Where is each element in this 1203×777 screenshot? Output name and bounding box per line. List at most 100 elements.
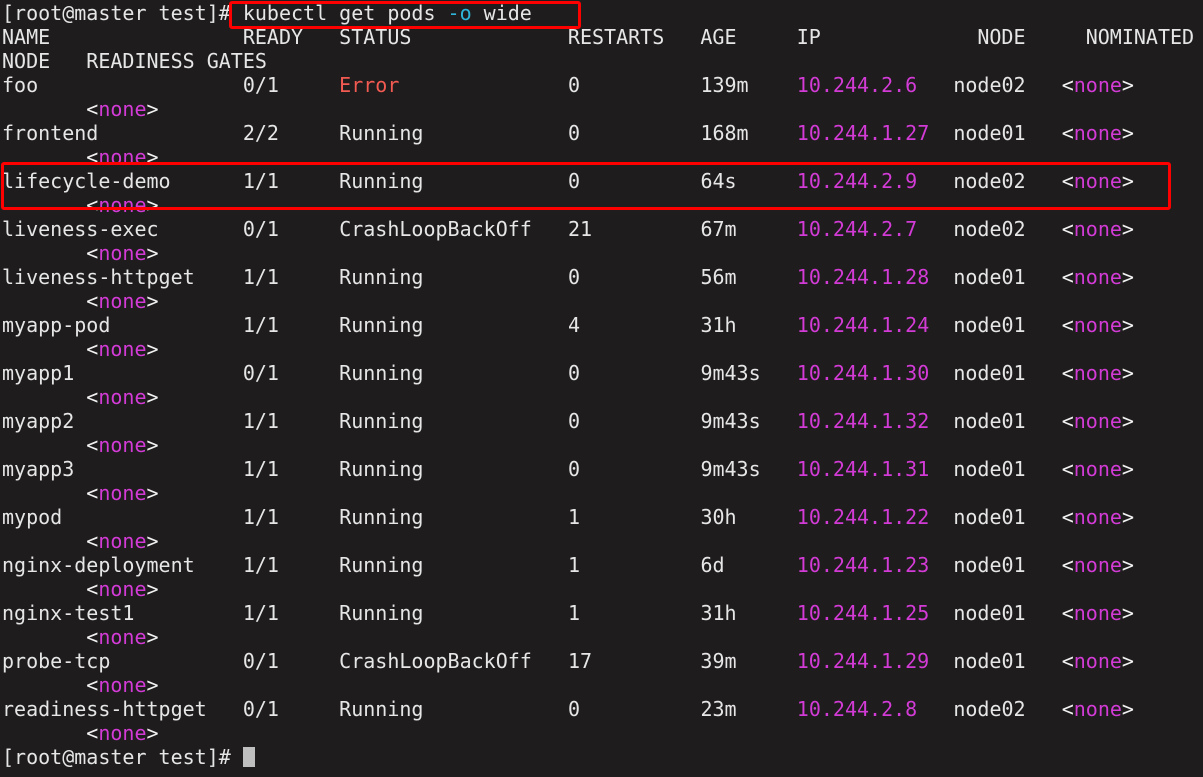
table-row-continuation: <none> — [2, 241, 1201, 265]
pod-ready: 0/1 — [242, 649, 279, 673]
pod-name: frontend — [2, 121, 99, 145]
table-row: mypod 1/1 Running 1 30h 10.244.1.22 node… — [2, 505, 1201, 529]
pod-nominated-node-close: > — [1121, 217, 1134, 241]
pod-status: Running — [339, 601, 424, 625]
pod-nominated-node-open: < — [1061, 121, 1074, 145]
pod-status: Running — [339, 409, 424, 433]
pod-name: myapp1 — [2, 361, 75, 385]
pod-ready: 1/1 — [242, 409, 279, 433]
pod-readiness-gates-open: < — [86, 241, 99, 265]
terminal-window[interactable]: [root@master test]# kubectl get pods -o … — [0, 0, 1203, 777]
pod-readiness-gates-close: > — [146, 481, 159, 505]
pod-nominated-node-close: > — [1121, 697, 1134, 721]
pod-name: myapp3 — [2, 457, 75, 481]
table-row: nginx-test1 1/1 Running 1 31h 10.244.1.2… — [2, 601, 1201, 625]
pod-readiness-gates-open: < — [86, 673, 99, 697]
pod-nominated-node-close: > — [1121, 409, 1134, 433]
pod-ready: 1/1 — [242, 553, 279, 577]
table-row-continuation: <none> — [2, 337, 1201, 361]
pod-status: Running — [339, 265, 424, 289]
pod-ready: 0/1 — [242, 73, 279, 97]
pod-nominated-node: none — [1073, 601, 1122, 625]
pod-name: myapp-pod — [2, 313, 111, 337]
pod-readiness-gates: none — [98, 241, 147, 265]
pod-nominated-node: none — [1073, 73, 1122, 97]
pod-ip: 10.244.1.31 — [796, 457, 930, 481]
pod-readiness-gates-open: < — [86, 337, 99, 361]
block-cursor-icon — [242, 747, 255, 767]
pod-status: Running — [339, 361, 424, 385]
pod-readiness-gates-close: > — [146, 97, 159, 121]
table-row: probe-tcp 0/1 CrashLoopBackOff 17 39m 10… — [2, 649, 1201, 673]
pod-nominated-node-close: > — [1121, 361, 1134, 385]
pod-name: lifecycle-demo — [2, 169, 171, 193]
pod-age: 31h — [700, 601, 737, 625]
pod-readiness-gates-close: > — [146, 385, 159, 409]
pod-ip: 10.244.2.9 — [796, 169, 918, 193]
pod-age: 23m — [700, 697, 737, 721]
pod-ready: 1/1 — [242, 601, 279, 625]
pod-ready: 0/1 — [242, 217, 279, 241]
pod-readiness-gates-open: < — [86, 577, 99, 601]
pod-node: node02 — [953, 697, 1026, 721]
pod-status: Error — [339, 73, 400, 97]
pod-ready: 1/1 — [242, 169, 279, 193]
pod-node: node01 — [953, 409, 1026, 433]
pod-nominated-node-open: < — [1061, 265, 1074, 289]
trailing-prompt-line: [root@master test]# — [2, 745, 1201, 769]
table-row-continuation: <none> — [2, 529, 1201, 553]
pod-readiness-gates: none — [98, 529, 147, 553]
pod-ip: 10.244.1.25 — [796, 601, 930, 625]
pod-node: node01 — [953, 505, 1026, 529]
pod-name: probe-tcp — [2, 649, 111, 673]
pod-readiness-gates-open: < — [86, 385, 99, 409]
pod-readiness-gates-close: > — [146, 337, 159, 361]
pod-restarts: 1 — [567, 505, 581, 529]
pod-age: 139m — [700, 73, 749, 97]
pod-nominated-node: none — [1073, 553, 1122, 577]
pod-name: liveness-httpget — [2, 265, 195, 289]
pod-nominated-node: none — [1073, 649, 1122, 673]
pod-readiness-gates: none — [98, 433, 147, 457]
pod-status: Running — [339, 457, 424, 481]
pod-restarts: 1 — [567, 601, 581, 625]
pod-nominated-node: none — [1073, 361, 1122, 385]
trailing-shell-prompt: [root@master test]# — [2, 745, 231, 769]
pod-readiness-gates-close: > — [146, 577, 159, 601]
pod-readiness-gates: none — [98, 97, 147, 121]
pod-ready: 0/1 — [242, 697, 279, 721]
command-flag-value: wide — [483, 1, 532, 25]
pod-nominated-node-close: > — [1121, 457, 1134, 481]
pod-nominated-node-open: < — [1061, 217, 1074, 241]
shell-prompt: [root@master test]# — [2, 1, 231, 25]
pod-ready: 1/1 — [242, 313, 279, 337]
pod-restarts: 0 — [567, 409, 581, 433]
trailing-space — [231, 745, 243, 769]
pod-ip: 10.244.2.7 — [796, 217, 918, 241]
pod-node: node01 — [953, 361, 1026, 385]
pod-ready: 2/2 — [242, 121, 279, 145]
pod-readiness-gates-close: > — [146, 673, 159, 697]
table-row: myapp-pod 1/1 Running 4 31h 10.244.1.24 … — [2, 313, 1201, 337]
table-row-continuation: <none> — [2, 577, 1201, 601]
pod-nominated-node-open: < — [1061, 457, 1074, 481]
pod-readiness-gates-open: < — [86, 289, 99, 313]
pod-node: node01 — [953, 457, 1026, 481]
pod-nominated-node-open: < — [1061, 553, 1074, 577]
pod-restarts: 0 — [567, 169, 581, 193]
pod-nominated-node-close: > — [1121, 121, 1134, 145]
table-row: nginx-deployment 1/1 Running 1 6d 10.244… — [2, 553, 1201, 577]
pod-readiness-gates-close: > — [146, 145, 159, 169]
pod-ip: 10.244.1.27 — [796, 121, 930, 145]
pod-age: 9m43s — [700, 457, 761, 481]
pod-age: 9m43s — [700, 361, 761, 385]
table-row-continuation: <none> — [2, 193, 1201, 217]
command-space — [435, 1, 447, 25]
pod-nominated-node-close: > — [1121, 265, 1134, 289]
pod-readiness-gates: none — [98, 577, 147, 601]
pod-ip: 10.244.1.28 — [796, 265, 930, 289]
pod-ip: 10.244.1.24 — [796, 313, 930, 337]
pod-readiness-gates-close: > — [146, 721, 159, 745]
table-row: liveness-httpget 1/1 Running 0 56m 10.24… — [2, 265, 1201, 289]
table-row: myapp3 1/1 Running 0 9m43s 10.244.1.31 n… — [2, 457, 1201, 481]
